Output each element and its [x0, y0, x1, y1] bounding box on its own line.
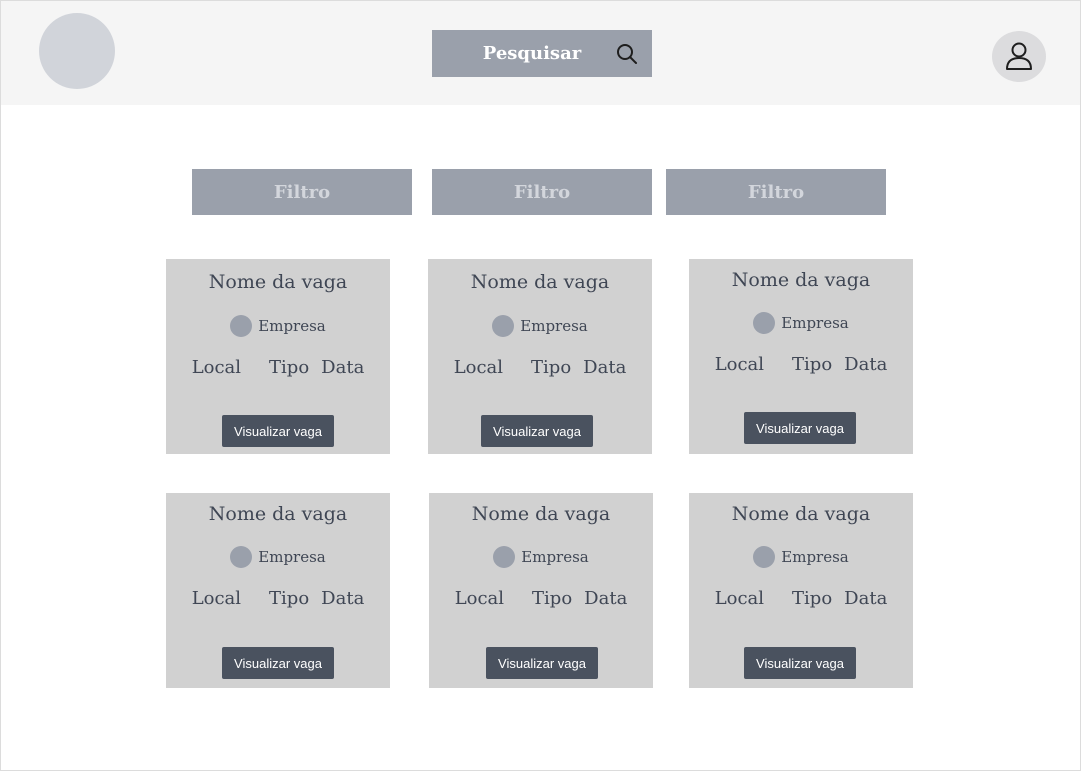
company-row: Empresa — [428, 315, 652, 337]
job-card: Nome da vaga Empresa Local Tipo Data Vis… — [166, 493, 390, 688]
job-meta: Local Tipo Data — [166, 588, 390, 609]
search-label: Pesquisar — [482, 43, 582, 64]
job-data: Data — [321, 588, 365, 609]
job-data: Data — [583, 357, 627, 378]
job-title: Nome da vaga — [470, 271, 610, 293]
job-card: Nome da vaga Empresa Local Tipo Data Vis… — [689, 259, 913, 454]
job-meta: Local Tipo Data — [689, 354, 913, 375]
job-meta: Local Tipo Data — [166, 357, 390, 378]
company-row: Empresa — [689, 312, 913, 334]
filter-button[interactable]: Filtro — [432, 169, 652, 215]
job-data: Data — [844, 588, 888, 609]
company-logo — [493, 546, 516, 568]
view-job-button[interactable]: Visualizar vaga — [744, 647, 856, 679]
job-local: Local — [714, 588, 765, 609]
job-local: Local — [454, 588, 505, 609]
company-name: Empresa — [258, 548, 326, 566]
job-title: Nome da vaga — [731, 269, 871, 291]
filter-button[interactable]: Filtro — [666, 169, 886, 215]
job-data: Data — [321, 357, 365, 378]
top-header: Pesquisar — [1, 1, 1080, 105]
job-data: Data — [844, 354, 888, 375]
company-name: Empresa — [258, 317, 326, 335]
job-local: Local — [714, 354, 765, 375]
view-job-button[interactable]: Visualizar vaga — [222, 647, 334, 679]
view-job-button[interactable]: Visualizar vaga — [481, 415, 593, 447]
view-job-button[interactable]: Visualizar vaga — [486, 647, 598, 679]
job-title: Nome da vaga — [731, 503, 871, 525]
company-logo — [753, 546, 776, 568]
job-tipo: Tipo — [792, 588, 833, 609]
company-row: Empresa — [166, 546, 390, 568]
job-card: Nome da vaga Empresa Local Tipo Data Vis… — [166, 259, 390, 454]
company-name: Empresa — [781, 314, 849, 332]
view-job-button[interactable]: Visualizar vaga — [744, 412, 856, 444]
view-job-button[interactable]: Visualizar vaga — [222, 415, 334, 447]
user-icon — [1006, 42, 1032, 70]
job-data: Data — [584, 588, 628, 609]
job-tipo: Tipo — [532, 588, 573, 609]
job-title: Nome da vaga — [208, 503, 348, 525]
company-name: Empresa — [520, 317, 588, 335]
company-logo — [492, 315, 515, 337]
user-profile-button[interactable] — [992, 31, 1046, 82]
company-row: Empresa — [429, 546, 653, 568]
job-title: Nome da vaga — [471, 503, 611, 525]
job-tipo: Tipo — [269, 588, 310, 609]
job-meta: Local Tipo Data — [429, 588, 653, 609]
logo[interactable] — [39, 13, 115, 89]
company-logo — [230, 315, 253, 337]
company-logo — [753, 312, 776, 334]
job-meta: Local Tipo Data — [689, 588, 913, 609]
search-icon — [617, 44, 637, 64]
job-tipo: Tipo — [269, 357, 310, 378]
job-tipo: Tipo — [792, 354, 833, 375]
job-title: Nome da vaga — [208, 271, 348, 293]
job-local: Local — [191, 588, 242, 609]
company-row: Empresa — [166, 315, 390, 337]
job-local: Local — [191, 357, 242, 378]
company-row: Empresa — [689, 546, 913, 568]
company-name: Empresa — [521, 548, 589, 566]
job-card: Nome da vaga Empresa Local Tipo Data Vis… — [428, 259, 652, 454]
job-meta: Local Tipo Data — [428, 357, 652, 378]
job-local: Local — [453, 357, 504, 378]
company-logo — [230, 546, 253, 568]
job-card: Nome da vaga Empresa Local Tipo Data Vis… — [429, 493, 653, 688]
job-tipo: Tipo — [531, 357, 572, 378]
company-name: Empresa — [781, 548, 849, 566]
filter-button[interactable]: Filtro — [192, 169, 412, 215]
search-button[interactable]: Pesquisar — [432, 30, 652, 77]
job-card: Nome da vaga Empresa Local Tipo Data Vis… — [689, 493, 913, 688]
